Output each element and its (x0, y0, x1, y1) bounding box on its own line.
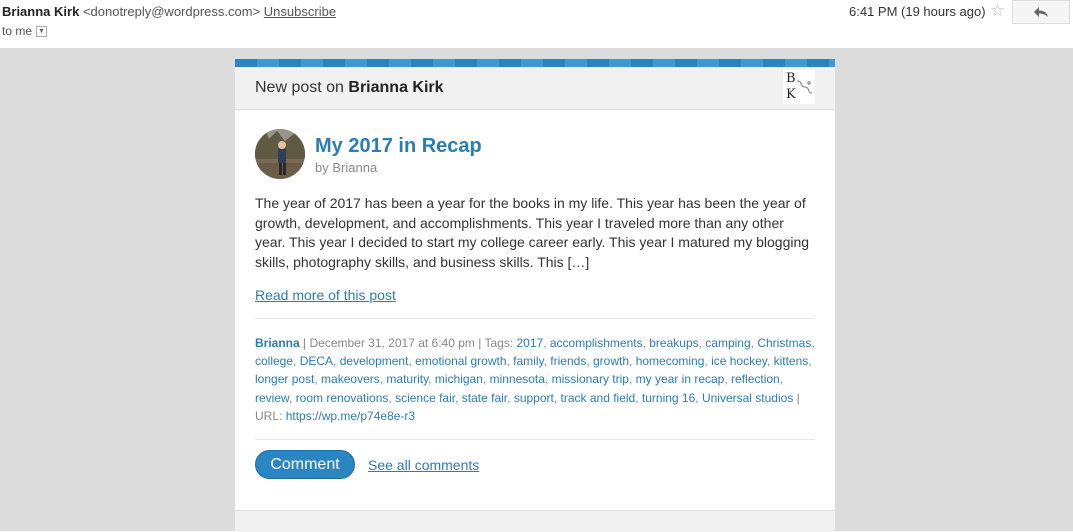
tag-link[interactable]: missionary trip (552, 372, 629, 386)
tag-link[interactable]: support (514, 391, 554, 405)
tag-link[interactable]: turning 16 (642, 391, 695, 405)
tag-link[interactable]: my year in recap (636, 372, 725, 386)
author-link[interactable]: Brianna (332, 160, 377, 175)
accent-stripe (235, 59, 835, 67)
tag-link[interactable]: DECA (300, 354, 333, 368)
tag-link[interactable]: camping (705, 336, 750, 350)
by-label: by (315, 160, 329, 175)
tag-link[interactable]: maturity (386, 372, 428, 386)
author-avatar[interactable] (255, 129, 305, 179)
tag-link[interactable]: Universal studios (702, 391, 793, 405)
tag-link[interactable]: growth (593, 354, 629, 368)
timestamp: 6:41 PM (19 hours ago) (849, 4, 986, 19)
tag-link[interactable]: 2017 (517, 336, 544, 350)
new-post-heading: New post on Brianna Kirk (255, 79, 444, 97)
comment-button[interactable]: Comment (255, 450, 355, 479)
tag-link[interactable]: kittens (774, 354, 809, 368)
reply-button[interactable] (1012, 0, 1070, 24)
recipient-line: to me ▼ (2, 24, 48, 38)
unsubscribe-link[interactable]: Unsubscribe (264, 4, 336, 19)
email-body: New post on Brianna Kirk B K My 2017 in (0, 48, 1073, 532)
tag-link[interactable]: college (255, 354, 293, 368)
star-icon[interactable]: ☆ (990, 1, 1005, 21)
read-more-link[interactable]: Read more of this post (255, 287, 396, 303)
reply-icon (1034, 7, 1048, 17)
post-excerpt: The year of 2017 has been a year for the… (255, 195, 810, 270)
tag-link[interactable]: emotional growth (415, 354, 506, 368)
see-all-comments-link[interactable]: See all comments (368, 457, 479, 473)
tag-link[interactable]: room renovations (296, 391, 389, 405)
recipient-label: to me (2, 24, 33, 38)
sender-line: Brianna Kirk <donotreply@wordpress.com> … (2, 4, 336, 19)
tag-link[interactable]: reflection (731, 372, 780, 386)
new-post-prefix: New post on (255, 79, 344, 96)
tag-link[interactable]: minnesota (490, 372, 545, 386)
card-header: New post on Brianna Kirk B K (235, 67, 835, 110)
blog-name: Brianna Kirk (348, 79, 444, 96)
post-byline: by Brianna (315, 160, 377, 175)
post-meta: Brianna | December 31, 2017 at 6:40 pm |… (255, 334, 815, 425)
tag-link[interactable]: michigan (435, 372, 483, 386)
email-header: Brianna Kirk <donotreply@wordpress.com> … (0, 0, 1073, 48)
divider (255, 318, 815, 319)
shortlink[interactable]: https://wp.me/p74e8e-r3 (286, 409, 415, 423)
tag-link[interactable]: makeovers (321, 372, 380, 386)
tag-link[interactable]: track and field (561, 391, 636, 405)
notification-card: New post on Brianna Kirk B K My 2017 in (235, 59, 835, 532)
details-dropdown-icon[interactable]: ▼ (36, 25, 48, 37)
divider (255, 439, 815, 440)
card-footer (235, 510, 835, 532)
tag-link[interactable]: development (340, 354, 409, 368)
tag-link[interactable]: homecoming (636, 354, 705, 368)
meta-date: | December 31, 2017 at 6:40 pm | Tags: (299, 336, 517, 350)
logo-swirl-icon (796, 80, 813, 94)
tag-link[interactable]: accomplishments (550, 336, 643, 350)
tag-link[interactable]: family (513, 354, 543, 368)
blog-logo: B K (783, 70, 815, 104)
tag-link[interactable]: state fair (462, 391, 507, 405)
sender-email: <donotreply@wordpress.com> (82, 4, 261, 19)
tag-link[interactable]: ice hockey (711, 354, 767, 368)
tag-link[interactable]: science fair (395, 391, 455, 405)
sender-name[interactable]: Brianna Kirk (2, 4, 79, 19)
tag-link[interactable]: longer post (255, 372, 314, 386)
tag-link[interactable]: breakups (649, 336, 698, 350)
tag-link[interactable]: Christmas (757, 336, 811, 350)
tag-link[interactable]: review (255, 391, 289, 405)
post-title-link[interactable]: My 2017 in Recap (315, 135, 482, 158)
meta-author-link[interactable]: Brianna (255, 336, 300, 350)
tag-link[interactable]: friends (550, 354, 586, 368)
